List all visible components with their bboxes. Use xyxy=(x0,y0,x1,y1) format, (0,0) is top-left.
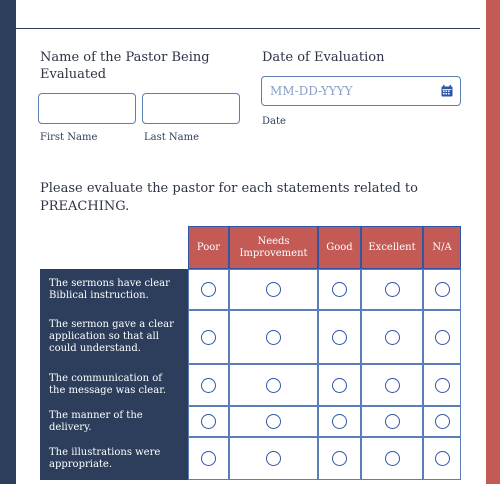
column-header-excellent: Excellent xyxy=(361,226,423,269)
radio-poor[interactable] xyxy=(201,282,216,297)
preaching-instruction: Please evaluate the pastor for each stat… xyxy=(40,181,418,214)
radio-needs-improvement[interactable] xyxy=(266,377,281,393)
matrix-cell xyxy=(423,310,461,364)
radio-excellent[interactable] xyxy=(384,377,400,393)
radio-n-a[interactable] xyxy=(434,451,450,466)
radio-n-a[interactable] xyxy=(434,282,450,297)
evaluation-date-label: Date of Evaluation xyxy=(262,50,385,65)
matrix-cell xyxy=(188,364,229,406)
matrix-cell xyxy=(188,269,229,310)
radio-needs-improvement[interactable] xyxy=(266,451,281,466)
column-header-needs-improvement: Needs Improvement xyxy=(229,226,318,269)
radio-n-a[interactable] xyxy=(434,414,450,429)
radio-excellent[interactable] xyxy=(384,329,400,345)
row-label: The sermon gave a clear application so t… xyxy=(40,310,188,364)
column-header-good: Good xyxy=(318,226,361,269)
matrix-cell xyxy=(423,364,461,406)
radio-needs-improvement[interactable] xyxy=(266,329,281,345)
radio-needs-improvement[interactable] xyxy=(266,414,281,429)
matrix-cell xyxy=(318,310,361,364)
radio-poor[interactable] xyxy=(201,329,216,345)
radio-n-a[interactable] xyxy=(434,377,450,393)
matrix-cell xyxy=(361,310,423,364)
radio-excellent[interactable] xyxy=(384,451,400,466)
radio-good[interactable] xyxy=(332,377,347,393)
calendar-icon[interactable] xyxy=(441,85,453,97)
row-label: The manner of the delivery. xyxy=(40,406,188,437)
row-label: The sermons have clear Biblical instruct… xyxy=(40,269,188,310)
radio-good[interactable] xyxy=(332,329,347,345)
matrix-cell xyxy=(229,437,318,480)
last-name-input[interactable] xyxy=(142,93,240,124)
radio-needs-improvement[interactable] xyxy=(266,282,281,297)
radio-poor[interactable] xyxy=(201,451,216,466)
radio-poor[interactable] xyxy=(201,377,216,393)
radio-good[interactable] xyxy=(332,282,347,297)
matrix-cell xyxy=(188,406,229,437)
matrix-cell xyxy=(188,310,229,364)
first-name-sublabel: First Name xyxy=(40,132,98,143)
matrix-cell xyxy=(188,437,229,480)
date-input[interactable] xyxy=(261,76,461,106)
matrix-cell xyxy=(318,269,361,310)
last-name-sublabel: Last Name xyxy=(144,132,200,143)
matrix-cell xyxy=(361,437,423,480)
matrix-cell xyxy=(423,269,461,310)
radio-good[interactable] xyxy=(332,414,347,429)
radio-good[interactable] xyxy=(332,451,347,466)
row-label: The illustrations were appropriate. xyxy=(40,437,188,480)
column-header-poor: Poor xyxy=(188,226,229,269)
matrix-cell xyxy=(423,406,461,437)
matrix-cell xyxy=(229,269,318,310)
matrix-cell xyxy=(318,364,361,406)
radio-poor[interactable] xyxy=(201,414,216,429)
row-label: The communication of the message was cle… xyxy=(40,364,188,406)
date-sublabel: Date xyxy=(262,116,286,127)
matrix-cell xyxy=(361,269,423,310)
matrix-cell xyxy=(229,364,318,406)
radio-excellent[interactable] xyxy=(384,282,400,297)
matrix-cell xyxy=(229,310,318,364)
matrix-cell xyxy=(318,437,361,480)
radio-excellent[interactable] xyxy=(384,414,400,429)
left-accent-bar xyxy=(0,0,16,484)
first-name-input[interactable] xyxy=(38,93,136,124)
matrix-cell xyxy=(318,406,361,437)
matrix-cell xyxy=(423,437,461,480)
pastor-name-label: Name of the Pastor Being Evaluated xyxy=(40,50,210,82)
matrix-cell xyxy=(361,406,423,437)
section-divider xyxy=(16,28,480,29)
right-accent-bar xyxy=(486,0,500,484)
matrix-cell xyxy=(361,364,423,406)
column-header-n-a: N/A xyxy=(423,226,461,269)
matrix-cell xyxy=(229,406,318,437)
radio-n-a[interactable] xyxy=(434,329,450,345)
